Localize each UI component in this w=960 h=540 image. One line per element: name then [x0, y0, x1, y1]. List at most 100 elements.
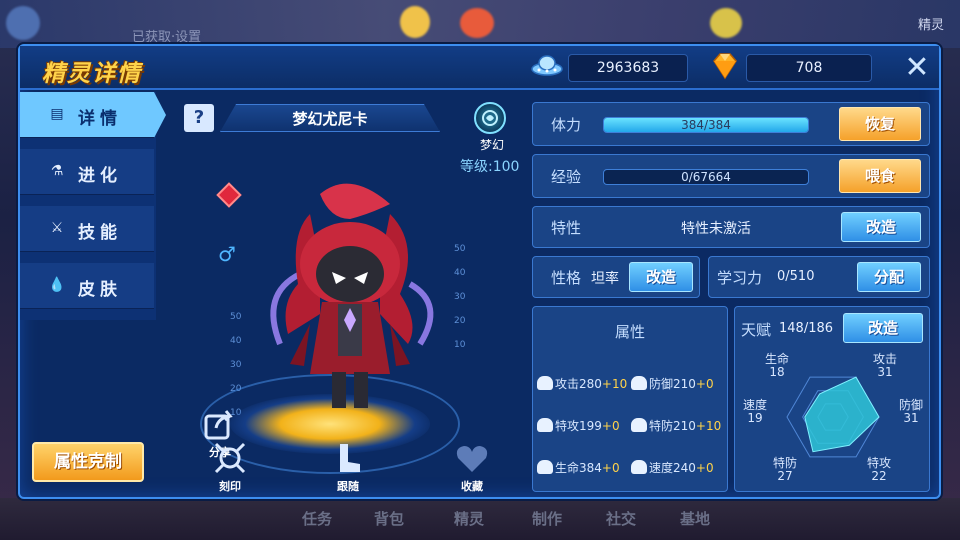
- speed-name: 速度: [649, 461, 674, 475]
- follow-icon[interactable]: [330, 440, 366, 476]
- nature-label: 性格: [551, 269, 582, 287]
- defense-name: 防御: [649, 377, 674, 391]
- tab-skills[interactable]: ⚔ 技能: [20, 206, 154, 252]
- trait-modify-button[interactable]: 改造: [841, 212, 921, 242]
- hp-row: 体力 384/384 恢复: [532, 102, 930, 146]
- coin-count: 2963683: [568, 54, 688, 82]
- panel-title: 精灵详情: [42, 61, 142, 87]
- radar-label-speed-value: 19: [747, 411, 763, 425]
- scale-mark: 20: [454, 316, 466, 326]
- scale-mark: 10: [454, 340, 466, 350]
- hp-value: 384/384: [681, 118, 731, 132]
- background-character: [710, 8, 742, 38]
- background-nav-item: 精灵: [454, 510, 485, 528]
- tab-label: 详情: [78, 109, 122, 129]
- background-avatar: [6, 6, 40, 40]
- trait-row: 特性 特性未激活 改造: [532, 206, 930, 248]
- trait-value: 特性未激活: [681, 221, 751, 237]
- speed-icon: [631, 460, 647, 474]
- tab-details[interactable]: ▤ 详情: [20, 92, 166, 138]
- hp-bar: 384/384: [603, 117, 809, 133]
- scale-mark: 40: [230, 336, 242, 346]
- diamond-icon: [713, 53, 737, 80]
- defense-bonus: +0: [695, 377, 714, 391]
- background-character: [400, 6, 430, 38]
- tab-list: ▤ 详情 ⚗ 进化 ⚔ 技能 💧 皮肤: [20, 92, 166, 320]
- hp-name: 生命: [555, 461, 580, 475]
- hp-icon: [537, 460, 553, 474]
- speed-stat: 速度240+0: [631, 459, 714, 476]
- sp-defense-stat: 特防210+10: [631, 417, 721, 434]
- red-gem-icon: [216, 182, 242, 208]
- attack-value: 280: [579, 377, 602, 391]
- sp-defense-name: 特防: [649, 419, 674, 433]
- radar-label-attack-value: 31: [877, 365, 893, 379]
- sword-icon: ⚔: [50, 220, 64, 236]
- character-showcase: ? 梦幻尤尼卡 梦幻 等级:100 ♂ 50 40 30 20 10 50 40…: [160, 94, 530, 499]
- favorite-label: 收藏: [461, 480, 483, 493]
- gem-count: 708: [746, 54, 872, 82]
- exp-label: 经验: [551, 168, 582, 186]
- speed-bonus: +0: [695, 461, 714, 475]
- exp-value: 0/67664: [681, 170, 731, 184]
- details-icon: ▤: [50, 106, 64, 122]
- nature-value: 坦率: [591, 271, 619, 287]
- radar-label-defense: 防御 31: [891, 399, 931, 425]
- title-bar: 精灵详情 2963683 708 ✕: [20, 46, 939, 90]
- hp-bonus: +0: [601, 461, 620, 475]
- scale-mark: 50: [230, 312, 242, 322]
- attribute-counter-button[interactable]: 属性克制: [32, 442, 144, 482]
- defense-stat: 防御210+0: [631, 375, 714, 392]
- radar-label-sp-defense: 特防 27: [765, 457, 805, 483]
- exp-bar: 0/67664: [603, 169, 809, 185]
- background-top-right-text: 精灵: [918, 18, 945, 33]
- sp-attack-bonus: +0: [601, 419, 620, 433]
- scale-mark: 40: [454, 268, 466, 278]
- imprint-icon[interactable]: [212, 440, 248, 476]
- learning-label: 学习力: [717, 269, 763, 287]
- dream-type-icon: [474, 102, 506, 134]
- learning-value: 0/510: [777, 269, 815, 284]
- sp-attack-stat: 特攻199+0: [537, 417, 620, 434]
- radar-label-sp-attack: 特攻 22: [859, 457, 899, 483]
- background-character: [460, 8, 494, 38]
- nature-modify-button[interactable]: 改造: [629, 262, 693, 292]
- follow-label: 跟随: [337, 480, 359, 493]
- radar-label-hp: 生命 18: [757, 353, 797, 379]
- male-gender-icon: ♂: [218, 242, 236, 266]
- share-icon[interactable]: [202, 406, 238, 442]
- radar-label-attack: 攻击 31: [865, 353, 905, 379]
- heart-icon[interactable]: [454, 440, 490, 476]
- feed-button[interactable]: 喂食: [839, 159, 921, 193]
- type-label: 梦幻: [479, 138, 504, 152]
- tab-label: 进化: [78, 166, 122, 186]
- defense-icon: [631, 376, 647, 390]
- imprint-label: 刻印: [219, 480, 241, 493]
- scale-mark: 50: [454, 244, 466, 254]
- restore-button[interactable]: 恢复: [839, 107, 921, 141]
- help-button[interactable]: ?: [184, 104, 214, 132]
- sp-defense-value: 210: [673, 419, 696, 433]
- speed-value: 240: [673, 461, 696, 475]
- radar-label-sp-attack-value: 22: [871, 469, 887, 483]
- drop-icon: 💧: [48, 277, 66, 293]
- allocate-button[interactable]: 分配: [857, 262, 921, 292]
- trait-label: 特性: [551, 219, 582, 237]
- tab-skins[interactable]: 💧 皮肤: [20, 263, 154, 309]
- nature-row: 性格 坦率 改造: [532, 256, 700, 298]
- tab-label: 皮肤: [78, 280, 122, 300]
- learning-row: 学习力 0/510 分配: [708, 256, 930, 298]
- coin-ufo-icon: [531, 55, 563, 76]
- hp-stat: 生命384+0: [537, 459, 620, 476]
- scale-mark: 30: [230, 360, 242, 370]
- background-nav-item: 制作: [532, 510, 563, 528]
- background-nav-item: 社交: [606, 510, 637, 528]
- radar-label-sp-defense-value: 27: [777, 469, 793, 483]
- close-button[interactable]: ✕: [901, 52, 933, 84]
- sp-defense-bonus: +10: [695, 419, 722, 433]
- exp-row: 经验 0/67664 喂食: [532, 154, 930, 198]
- tab-evolution[interactable]: ⚗ 进化: [20, 149, 154, 195]
- talent-modify-button[interactable]: 改造: [843, 313, 923, 343]
- defense-value: 210: [673, 377, 696, 391]
- talent-label: 天赋: [741, 321, 772, 339]
